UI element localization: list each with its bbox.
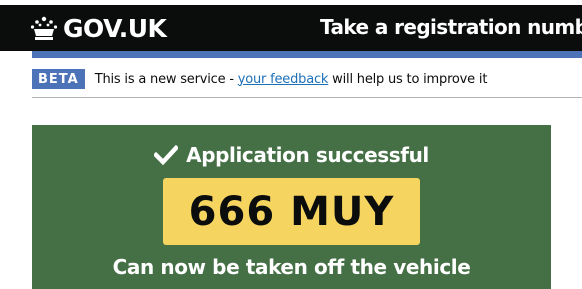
govuk-logo-link[interactable]: GOV.UK <box>30 13 167 43</box>
feedback-link[interactable]: your feedback <box>238 72 329 87</box>
panel-body-text: Can now be taken off the vehicle <box>112 255 471 279</box>
panel-title-text: Application successful <box>186 143 429 167</box>
govuk-logo-text: GOV.UK <box>63 13 167 43</box>
site-header: GOV.UK Take a registration number off <box>0 5 582 51</box>
phase-text-after: will help us to improve it <box>328 71 488 87</box>
tick-icon <box>154 145 179 165</box>
service-name-link[interactable]: Take a registration number off <box>320 15 582 39</box>
phase-banner: BETA This is a new service - your feedba… <box>32 59 582 98</box>
beta-tag: BETA <box>32 69 85 89</box>
confirmation-panel: Application successful 666 MUY Can now b… <box>32 125 551 289</box>
phase-text-before: This is a new service - <box>94 71 238 87</box>
phase-banner-text: This is a new service - your feedback wi… <box>95 72 488 87</box>
header-accent-bar <box>32 51 582 58</box>
crown-icon <box>30 16 58 40</box>
registration-plate: 666 MUY <box>163 178 420 245</box>
panel-title: Application successful <box>32 143 551 167</box>
